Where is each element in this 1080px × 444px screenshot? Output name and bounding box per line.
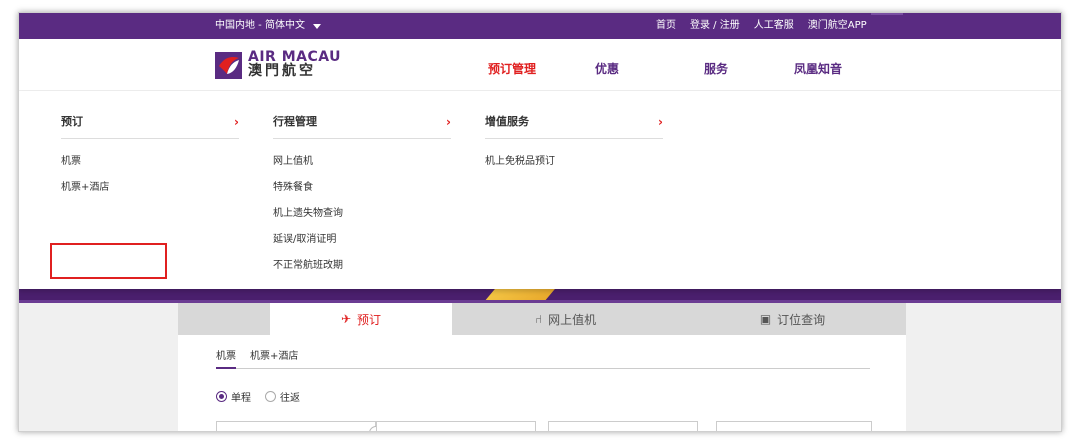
menu-column-booking: 预订 › 机票 机票+酒店 bbox=[61, 111, 239, 201]
nav-booking-management[interactable]: 预订管理 bbox=[488, 60, 595, 77]
menu-item-delay-certificate[interactable]: 延误/取消证明 bbox=[273, 227, 451, 253]
radio-selected-icon bbox=[216, 391, 227, 402]
browser-frame: 中国内地 - 简体中文 首页 登录 / 注册 人工客服 澳门航空APP AIR … bbox=[18, 12, 1062, 432]
tab-online-checkin[interactable]: ⑁ 网上值机 bbox=[452, 303, 679, 335]
menu-column-header[interactable]: 预订 › bbox=[61, 111, 239, 139]
chevron-right-icon: › bbox=[658, 115, 663, 129]
menu-item-special-meals[interactable]: 特殊餐食 bbox=[273, 175, 451, 201]
plane-icon: ✈ bbox=[340, 312, 352, 326]
menu-column-header[interactable]: 增值服务 › bbox=[485, 111, 663, 139]
highlight-box bbox=[50, 243, 167, 279]
radio-one-way-label: 单程 bbox=[231, 393, 251, 404]
clipboard-icon: ▣ bbox=[759, 312, 772, 326]
departure-date-input[interactable] bbox=[548, 421, 698, 431]
tab-spacer bbox=[178, 303, 270, 335]
trip-type-selector: 单程 往返 bbox=[216, 389, 300, 404]
origin-input[interactable] bbox=[216, 421, 376, 431]
top-utility-bar: 中国内地 - 简体中文 首页 登录 / 注册 人工客服 澳门航空APP bbox=[19, 13, 1061, 39]
subtab-flight-hotel[interactable]: 机票+酒店 bbox=[250, 347, 298, 368]
menu-column-header[interactable]: 行程管理 › bbox=[273, 111, 451, 139]
tab-online-checkin-label: 网上值机 bbox=[548, 312, 597, 327]
radio-unselected-icon bbox=[265, 391, 276, 402]
top-links: 首页 登录 / 注册 人工客服 澳门航空APP bbox=[656, 13, 867, 39]
menu-item-irregular-rebooking[interactable]: 不正常航班改期 bbox=[273, 253, 451, 279]
tab-booking-inquiry-label: 订位查询 bbox=[777, 312, 826, 327]
tab-booking[interactable]: ✈ 预订 bbox=[270, 303, 452, 335]
booking-dropdown-menu: 预订 › 机票 机票+酒店 行程管理 › 网上值机 特殊餐食 机上遗失物查询 延… bbox=[19, 91, 1061, 289]
booking-tabs: ✈ 预订 ⑁ 网上值机 ▣ 订位查询 bbox=[178, 303, 906, 335]
main-nav: 预订管理 优惠 服务 凤凰知音 bbox=[488, 60, 842, 77]
booking-subtabs: 机票 机票+酒店 bbox=[216, 347, 870, 369]
nav-phoenix-miles[interactable]: 凤凰知音 bbox=[794, 60, 842, 77]
region-label: 中国内地 - 简体中文 bbox=[215, 20, 305, 31]
logo-text-zh: 澳門航空 bbox=[248, 63, 316, 79]
menu-item-lost-items[interactable]: 机上遗失物查询 bbox=[273, 201, 451, 227]
radio-one-way[interactable]: 单程 bbox=[216, 389, 251, 404]
chevron-right-icon: › bbox=[234, 115, 239, 129]
login-register-link[interactable]: 登录 / 注册 bbox=[690, 13, 740, 39]
home-link[interactable]: 首页 bbox=[656, 13, 676, 39]
chevron-right-icon: › bbox=[446, 115, 451, 129]
radio-round-trip-label: 往返 bbox=[280, 393, 300, 404]
main-header: AIR MACAU 澳門航空 预订管理 优惠 服务 凤凰知音 bbox=[19, 39, 1061, 91]
return-date-input[interactable] bbox=[716, 421, 872, 431]
air-macau-logo[interactable]: AIR MACAU 澳門航空 bbox=[215, 50, 341, 79]
subtab-flights[interactable]: 机票 bbox=[216, 347, 236, 369]
region-language-selector[interactable]: 中国内地 - 简体中文 bbox=[215, 13, 321, 39]
tab-booking-label: 预订 bbox=[357, 312, 382, 327]
menu-column-title: 预订 bbox=[61, 115, 83, 128]
destination-input[interactable] bbox=[376, 421, 536, 431]
lotus-logo-icon bbox=[215, 51, 242, 79]
customer-service-link[interactable]: 人工客服 bbox=[754, 13, 794, 39]
tab-booking-inquiry[interactable]: ▣ 订位查询 bbox=[679, 303, 906, 335]
menu-column-title: 增值服务 bbox=[485, 115, 529, 128]
menu-item-flights[interactable]: 机票 bbox=[61, 149, 239, 175]
caret-down-icon bbox=[312, 23, 321, 29]
radio-round-trip[interactable]: 往返 bbox=[265, 389, 300, 404]
seat-icon: ⑁ bbox=[534, 312, 543, 326]
app-link[interactable]: 澳门航空APP bbox=[808, 13, 867, 39]
nav-services[interactable]: 服务 bbox=[704, 60, 794, 77]
menu-item-duty-free[interactable]: 机上免税品预订 bbox=[485, 149, 663, 175]
hero-banner bbox=[19, 289, 1061, 303]
menu-item-flight-hotel[interactable]: 机票+酒店 bbox=[61, 175, 239, 201]
menu-item-online-checkin[interactable]: 网上值机 bbox=[273, 149, 451, 175]
topbar-decoration bbox=[871, 13, 903, 15]
menu-column-title: 行程管理 bbox=[273, 115, 317, 128]
booking-panel: 机票 机票+酒店 单程 往返 bbox=[178, 335, 906, 431]
menu-column-value-added: 增值服务 › 机上免税品预订 bbox=[485, 111, 663, 175]
nav-offers[interactable]: 优惠 bbox=[595, 60, 704, 77]
menu-column-trip-management: 行程管理 › 网上值机 特殊餐食 机上遗失物查询 延误/取消证明 不正常航班改期 bbox=[273, 111, 451, 279]
